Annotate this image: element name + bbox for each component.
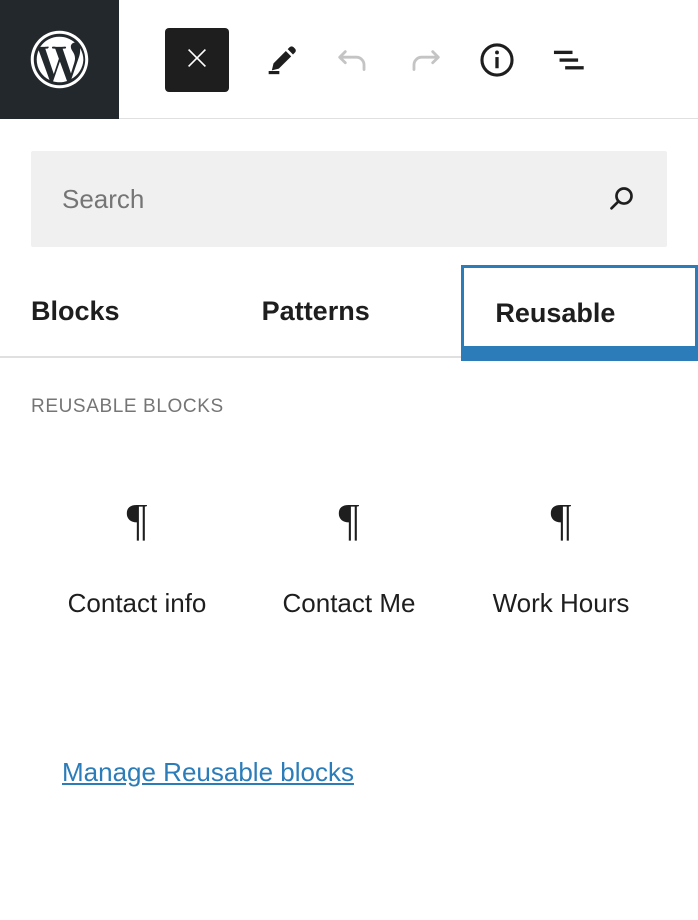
tab-blocks-label: Blocks	[31, 296, 120, 327]
search-input[interactable]	[31, 151, 667, 247]
tab-blocks[interactable]: Blocks	[0, 265, 231, 358]
search-field[interactable]	[31, 151, 667, 247]
toolbar-actions	[119, 0, 698, 119]
block-item-contact-info[interactable]: ¶ Contact info	[31, 480, 243, 629]
wordpress-logo-icon	[25, 25, 94, 94]
inserter-tabs: Blocks Patterns Reusable	[0, 265, 698, 358]
inserter-panel-body: Reusable blocks ¶ Contact info ¶ Contact…	[0, 358, 698, 788]
editor-toolbar	[0, 0, 698, 119]
wordpress-logo-button[interactable]	[0, 0, 119, 119]
tab-reusable-label: Reusable	[495, 298, 615, 329]
block-item-label: Contact info	[68, 588, 207, 619]
list-view-button[interactable]	[537, 28, 601, 92]
close-inserter-button[interactable]	[165, 28, 229, 92]
edit-mode-button[interactable]	[249, 28, 313, 92]
block-item-work-hours[interactable]: ¶ Work Hours	[455, 480, 667, 629]
close-icon	[183, 44, 211, 75]
tab-reusable[interactable]: Reusable	[461, 265, 698, 358]
paragraph-icon: ¶	[339, 490, 360, 550]
pencil-icon	[261, 40, 301, 80]
info-circle-icon	[475, 38, 519, 82]
reusable-blocks-grid: ¶ Contact info ¶ Contact Me ¶ Work Hours	[31, 480, 667, 629]
manage-reusable-blocks-row: Manage Reusable blocks	[31, 757, 667, 788]
redo-arrow-icon	[404, 39, 446, 81]
list-view-icon	[548, 39, 590, 81]
tab-patterns-label: Patterns	[262, 296, 370, 327]
paragraph-icon: ¶	[551, 490, 572, 550]
manage-reusable-blocks-link[interactable]: Manage Reusable blocks	[62, 757, 354, 787]
details-button[interactable]	[465, 28, 529, 92]
tab-patterns[interactable]: Patterns	[231, 265, 462, 358]
undo-arrow-icon	[332, 39, 374, 81]
paragraph-icon: ¶	[127, 490, 148, 550]
block-item-label: Contact Me	[283, 588, 416, 619]
block-item-contact-me[interactable]: ¶ Contact Me	[243, 480, 455, 629]
undo-button[interactable]	[321, 28, 385, 92]
inserter-search-area	[0, 119, 698, 247]
block-item-label: Work Hours	[493, 588, 630, 619]
section-title-reusable-blocks: Reusable blocks	[31, 396, 667, 418]
redo-button[interactable]	[393, 28, 457, 92]
